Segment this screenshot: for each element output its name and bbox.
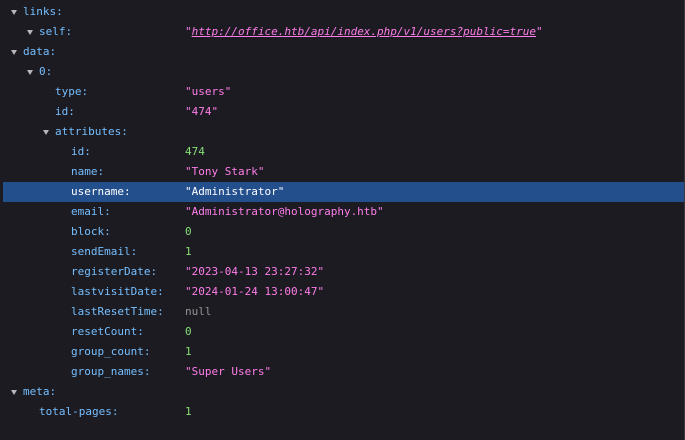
url-link[interactable]: http://office.htb/api/index.php/v1/users… bbox=[192, 25, 536, 38]
json-value: "Super Users" bbox=[185, 365, 272, 378]
json-value: 1 bbox=[185, 345, 192, 358]
quote-open: " bbox=[185, 25, 192, 38]
json-key: data: bbox=[23, 45, 57, 58]
json-row-id[interactable]: id: "474" bbox=[3, 102, 684, 122]
json-key: 0: bbox=[39, 65, 53, 78]
json-key: lastResetTime: bbox=[71, 305, 164, 318]
json-row-name[interactable]: name: "Tony Stark" bbox=[3, 162, 684, 182]
json-key: email: bbox=[71, 205, 111, 218]
json-row-total-pages[interactable]: total-pages: 1 bbox=[3, 402, 684, 422]
json-row-type[interactable]: type: "users" bbox=[3, 82, 684, 102]
json-value: "Administrator" bbox=[185, 185, 285, 198]
json-key: id: bbox=[55, 105, 75, 118]
json-row-index-0[interactable]: 0: bbox=[3, 62, 684, 82]
json-row-links[interactable]: links: bbox=[3, 2, 684, 22]
json-key: username: bbox=[71, 185, 131, 198]
json-value: 474 bbox=[185, 145, 205, 158]
expand-arrow-icon[interactable] bbox=[23, 62, 37, 82]
json-value: 0 bbox=[185, 325, 192, 338]
json-viewer: links: self: "http://office.htb/api/inde… bbox=[0, 0, 685, 440]
json-row-attributes[interactable]: attributes: bbox=[3, 122, 684, 142]
quote-close: " bbox=[536, 25, 543, 38]
json-key: self: bbox=[39, 25, 73, 38]
json-key: group_count: bbox=[71, 345, 151, 358]
json-row-attr-id[interactable]: id: 474 bbox=[3, 142, 684, 162]
json-key: registerDate: bbox=[71, 265, 158, 278]
json-row-meta[interactable]: meta: bbox=[3, 382, 684, 402]
json-value: "2023-04-13 23:27:32" bbox=[185, 265, 325, 278]
json-row-lastvisitdate[interactable]: lastvisitDate: "2024-01-24 13:00:47" bbox=[3, 282, 684, 302]
json-value-url: "http://office.htb/api/index.php/v1/user… bbox=[185, 22, 543, 42]
json-value: 1 bbox=[185, 405, 192, 418]
expand-arrow-icon[interactable] bbox=[7, 382, 21, 402]
json-key: meta: bbox=[23, 385, 57, 398]
json-row-sendemail[interactable]: sendEmail: 1 bbox=[3, 242, 684, 262]
json-key: attributes: bbox=[55, 125, 128, 138]
json-value: "Administrator@holography.htb" bbox=[185, 205, 384, 218]
json-row-registerdate[interactable]: registerDate: "2023-04-13 23:27:32" bbox=[3, 262, 684, 282]
json-row-group-names[interactable]: group_names: "Super Users" bbox=[3, 362, 684, 382]
json-key: total-pages: bbox=[39, 405, 119, 418]
json-row-username[interactable]: username: "Administrator" bbox=[3, 182, 684, 202]
json-key: group_names: bbox=[71, 365, 151, 378]
json-key: resetCount: bbox=[71, 325, 144, 338]
json-key: id: bbox=[71, 145, 91, 158]
json-key: name: bbox=[71, 165, 105, 178]
json-value: 0 bbox=[185, 225, 192, 238]
json-value: "2024-01-24 13:00:47" bbox=[185, 285, 325, 298]
json-value: null bbox=[185, 305, 212, 318]
json-key: lastvisitDate: bbox=[71, 285, 164, 298]
json-value: 1 bbox=[185, 245, 192, 258]
json-row-email[interactable]: email: "Administrator@holography.htb" bbox=[3, 202, 684, 222]
json-key: type: bbox=[55, 85, 89, 98]
json-row-data[interactable]: data: bbox=[3, 42, 684, 62]
expand-arrow-icon[interactable] bbox=[7, 2, 21, 22]
json-key: links: bbox=[23, 5, 63, 18]
json-key: sendEmail: bbox=[71, 245, 138, 258]
json-value: "users" bbox=[185, 85, 232, 98]
json-row-group-count[interactable]: group_count: 1 bbox=[3, 342, 684, 362]
json-key: block: bbox=[71, 225, 111, 238]
expand-arrow-icon[interactable] bbox=[23, 22, 37, 42]
json-row-block[interactable]: block: 0 bbox=[3, 222, 684, 242]
json-row-self[interactable]: self: "http://office.htb/api/index.php/v… bbox=[3, 22, 684, 42]
json-row-resetcount[interactable]: resetCount: 0 bbox=[3, 322, 684, 342]
json-value: "474" bbox=[185, 105, 219, 118]
expand-arrow-icon[interactable] bbox=[39, 122, 53, 142]
json-row-lastresettime[interactable]: lastResetTime: null bbox=[3, 302, 684, 322]
json-value: "Tony Stark" bbox=[185, 165, 265, 178]
expand-arrow-icon[interactable] bbox=[7, 42, 21, 62]
